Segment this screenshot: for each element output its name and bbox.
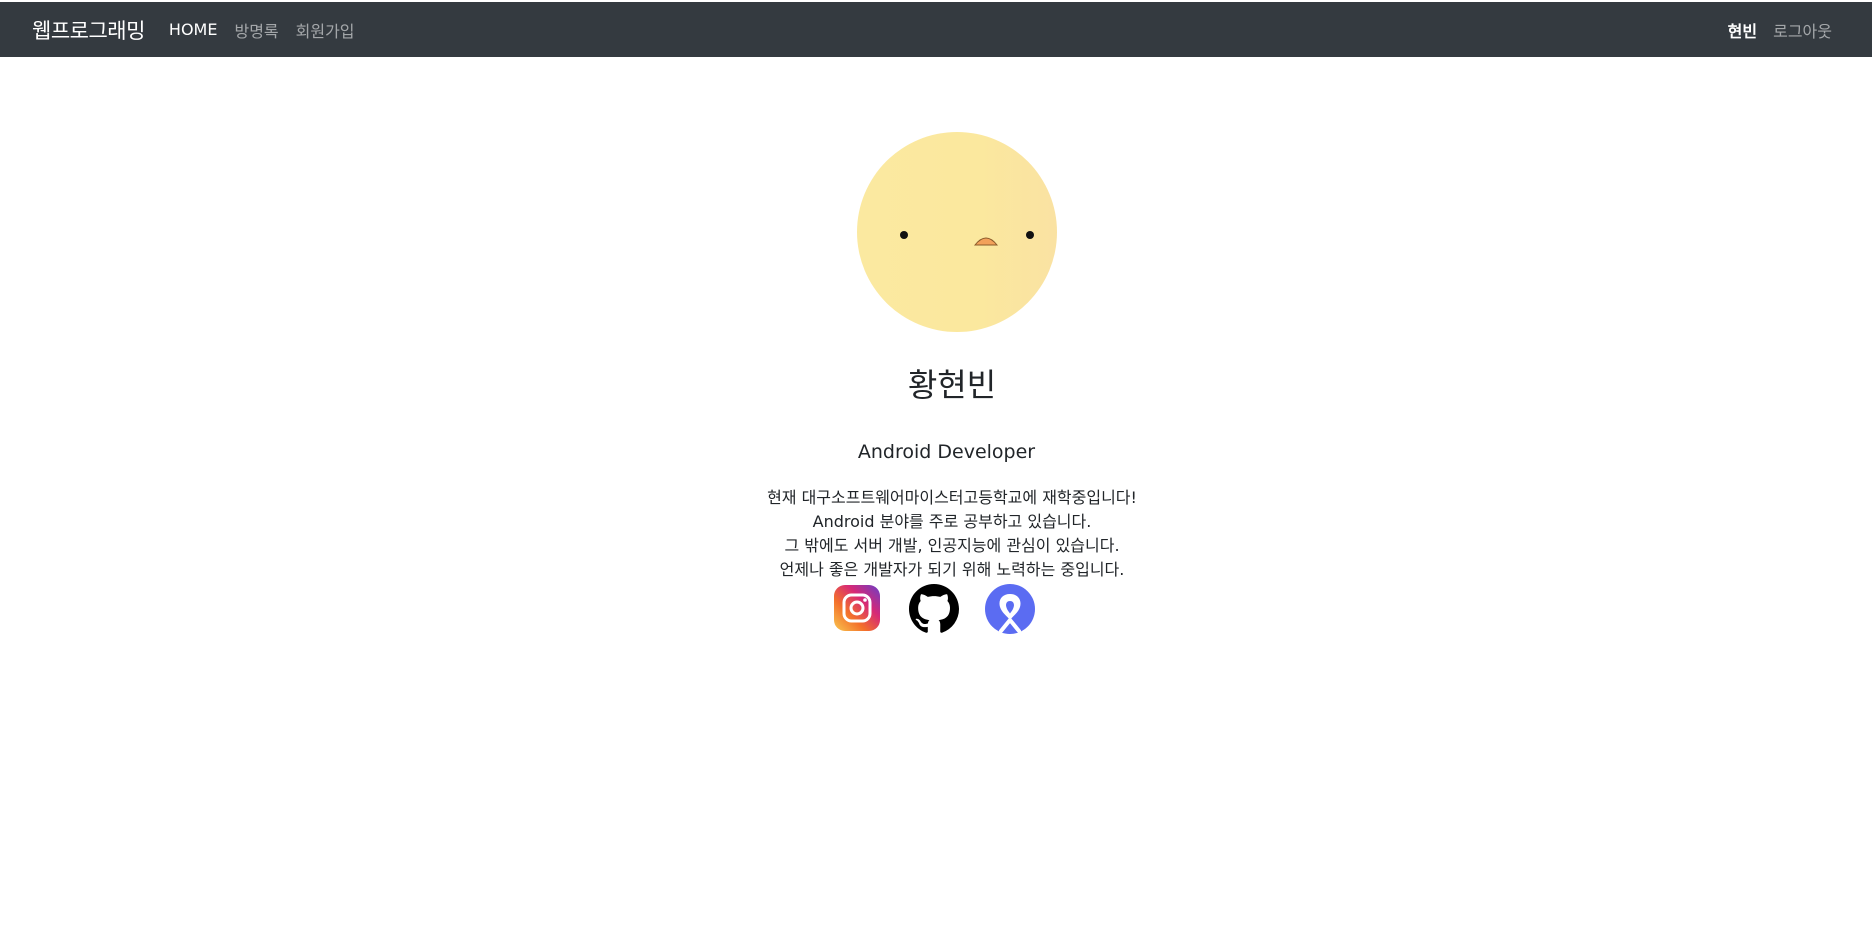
brand-link[interactable]: 웹프로그래밍 (32, 15, 145, 45)
bio-line: 그 밖에도 서버 개발, 인공지능에 관심이 있습니다. (784, 536, 1120, 555)
bio-line: Android 분야를 주로 공부하고 있습니다. (812, 512, 1092, 531)
nav-guestbook-link[interactable]: 방명록 (234, 18, 278, 42)
top-navbar: 웹프로그래밍 HOME 방명록 회원가입 현빈 로그아웃 (0, 2, 1872, 57)
logout-link[interactable]: 로그아웃 (1773, 18, 1832, 42)
current-user-name: 현빈 (1727, 21, 1758, 41)
profile-name: 황현빈 (907, 366, 997, 404)
nav-home-link[interactable]: HOME (169, 20, 218, 39)
profile-bio: 현재 대구소프트웨어마이스터고등학교에 재학중입니다! Android 분야를 … (0, 486, 1872, 582)
nav-signup-link[interactable]: 회원가입 (296, 18, 355, 42)
social-links (833, 584, 1035, 634)
bio-line: 언제나 좋은 개발자가 되기 위해 노력하는 중입니다. (779, 560, 1125, 579)
instagram-icon (833, 584, 881, 632)
instagram-link[interactable] (833, 584, 881, 632)
velog-icon (985, 584, 1035, 634)
bio-line: 현재 대구소프트웨어마이스터고등학교에 재학중입니다! (767, 488, 1137, 507)
profile-role: Android Developer (857, 441, 1036, 463)
github-icon (909, 584, 959, 634)
velog-link[interactable] (985, 584, 1035, 634)
github-link[interactable] (909, 584, 959, 634)
chick-face-icon (857, 132, 1057, 332)
nav-user-area: 현빈 로그아웃 (1728, 18, 1840, 42)
